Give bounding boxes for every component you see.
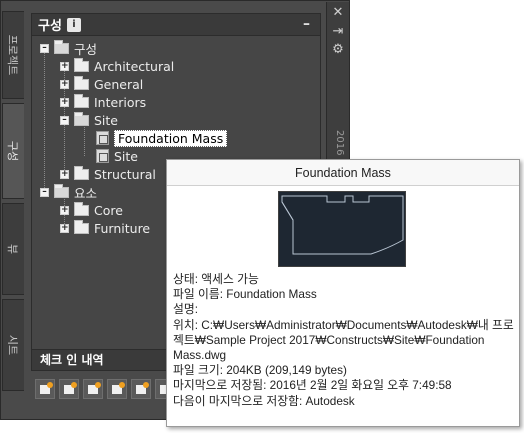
tree-node-core[interactable]: + Core: [60, 201, 123, 219]
filesize-line: 파일 크기: 204KB (209,149 bytes): [173, 363, 347, 378]
tab-sheets[interactable]: 시트: [2, 299, 24, 391]
tree-node-architectural[interactable]: + Architectural: [60, 57, 174, 75]
expand-toggle-icon[interactable]: +: [60, 61, 69, 71]
panel-title: 구성: [38, 19, 62, 34]
tooltip-title: Foundation Mass: [167, 160, 519, 186]
folder-open-icon: [54, 39, 69, 54]
folder-icon: [74, 201, 89, 216]
last-saved-line: 마지막으로 저장됨: 2016년 2월 2일 화요일 오후 7:49:58: [173, 378, 452, 393]
last-saved-by-line: 다음이 마지막으로 저장함: Autodesk: [173, 393, 355, 408]
tree-node-furniture[interactable]: + Furniture: [60, 219, 150, 237]
description-line: 설명:: [173, 302, 198, 317]
tab-views[interactable]: 뷰: [2, 203, 24, 295]
tree-node-elements[interactable]: – 요소: [40, 183, 97, 201]
folder-open-icon: [74, 111, 89, 126]
expand-toggle-icon[interactable]: +: [60, 97, 69, 107]
expand-toggle-icon[interactable]: +: [60, 223, 69, 233]
repath-icon[interactable]: [131, 379, 151, 399]
filename-line: 파일 이름: Foundation Mass: [173, 287, 317, 302]
collapse-button[interactable]: –: [303, 16, 310, 32]
collapse-toggle-icon[interactable]: –: [40, 187, 49, 197]
tree-node-constructs[interactable]: – 구성: [40, 39, 97, 57]
tree-node-site[interactable]: – Site: [60, 111, 118, 129]
location-line: 위치: C:₩Users₩Administrator₩Documents₩Aut…: [173, 317, 514, 332]
folder-open-icon: [54, 183, 69, 198]
autohide-icon[interactable]: ⇥: [329, 24, 347, 40]
construct-file-icon: [96, 149, 109, 163]
construct-file-icon: [96, 131, 109, 145]
construct-preview-thumbnail: [278, 191, 406, 267]
tab-project[interactable]: 프로젝트: [2, 11, 24, 99]
tree-node-structural[interactable]: + Structural: [60, 165, 156, 183]
expand-toggle-icon[interactable]: +: [60, 169, 69, 179]
status-line: 상태: 액세스 가능: [173, 272, 259, 286]
add-element-icon[interactable]: [59, 379, 79, 399]
panel-header: 구성 i –: [32, 14, 320, 36]
folder-icon: [74, 93, 89, 108]
folder-icon: [74, 75, 89, 90]
location-line-cont2: Mass.dwg: [173, 348, 227, 363]
tree-node-interiors[interactable]: + Interiors: [60, 93, 146, 111]
folder-icon: [74, 57, 89, 72]
add-construct-icon[interactable]: [35, 379, 55, 399]
expand-toggle-icon[interactable]: +: [60, 205, 69, 215]
tooltip-details: 상태: 액세스 가능 파일 이름: Foundation Mass 설명: 위치…: [173, 272, 517, 409]
expand-toggle-icon[interactable]: +: [60, 79, 69, 89]
tab-constructs[interactable]: 구성: [2, 103, 24, 199]
copy-icon[interactable]: [107, 379, 127, 399]
info-icon[interactable]: i: [66, 17, 81, 32]
folder-icon: [74, 165, 89, 180]
collapse-toggle-icon[interactable]: –: [40, 43, 49, 53]
collapse-toggle-icon[interactable]: –: [60, 115, 69, 125]
tree-node-site-file[interactable]: Site: [96, 147, 138, 165]
tree-node-general[interactable]: + General: [60, 75, 143, 93]
tree-node-foundation-mass[interactable]: Foundation Mass: [96, 129, 228, 147]
properties-icon[interactable]: ⚙: [329, 42, 347, 58]
close-icon[interactable]: ✕: [329, 5, 347, 21]
location-line-cont: 젝트₩Sample Project 2017₩Constructs₩Site₩F…: [173, 332, 485, 347]
folder-icon: [74, 219, 89, 234]
construct-tooltip: Foundation Mass 상태: 액세스 가능 파일 이름: Founda…: [166, 159, 520, 427]
add-category-icon[interactable]: [83, 379, 103, 399]
